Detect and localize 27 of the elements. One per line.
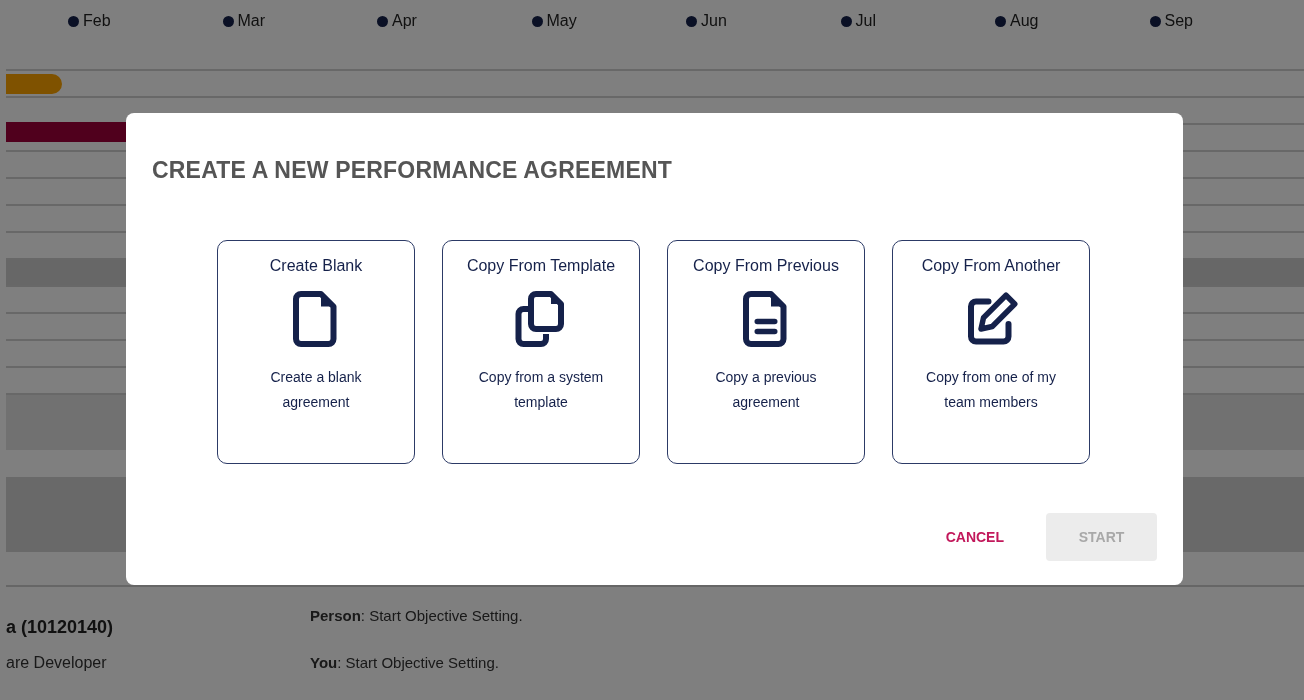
employee-role: are Developer [6, 654, 108, 672]
month-label: Sep [1164, 12, 1193, 30]
month-label: Aug [1010, 12, 1039, 30]
month-dot-icon [1149, 15, 1161, 27]
month-dot-icon [222, 15, 234, 27]
month-label: Feb [83, 12, 111, 30]
option-card[interactable]: Create Blank Create a blank agreement [217, 240, 415, 464]
month-label: Jun [701, 12, 727, 30]
month-label: Jul [855, 12, 876, 30]
month-dot-icon [377, 15, 388, 27]
month-label: May [546, 12, 577, 30]
month-dot-icon [686, 15, 697, 27]
month-dot-icon [68, 15, 79, 27]
option-card[interactable]: Copy From Another Copy from one of my team members [892, 240, 1090, 464]
month-dot-icon [840, 15, 852, 27]
option-card[interactable]: Copy From Template Copy from a system template [442, 240, 640, 464]
month-dot-icon [995, 15, 1006, 27]
timeline-bar [6, 74, 62, 94]
cancel-button[interactable]: CANCEL [925, 515, 1024, 559]
employee-name: a (10120140) [6, 617, 115, 638]
month-dot-icon [531, 15, 543, 27]
month-label: Apr [392, 12, 417, 30]
status-text: Person: Start Objective Setting. [310, 607, 523, 624]
status-text: You: Start Objective Setting. [310, 654, 500, 671]
month-label: Mar [237, 12, 266, 30]
option-card[interactable]: Copy From Previous Copy a previous agreement [667, 240, 865, 464]
dialog-title: CREATE A NEW PERFORMANCE AGREEMENT [152, 157, 674, 184]
